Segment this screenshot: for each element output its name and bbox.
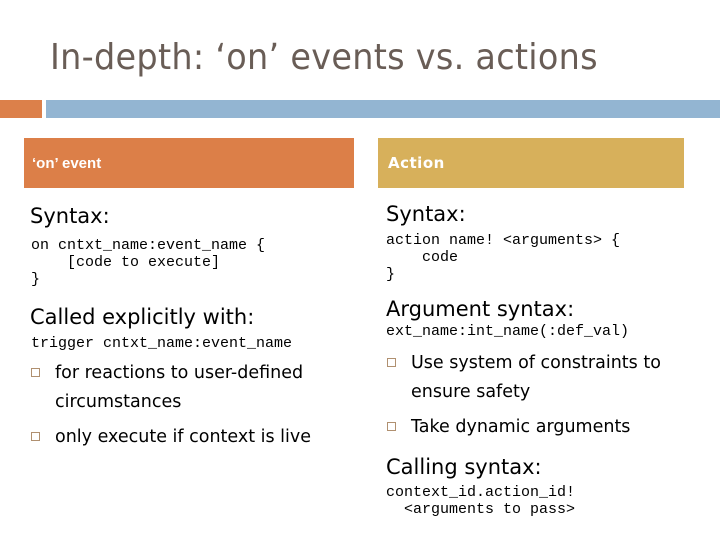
action-bullet-list: Use system of constraints to ensure safe… (386, 349, 686, 448)
on-event-column-header: ‘on’ event (24, 138, 354, 188)
on-event-syntax-code: on cntxt_name:event_name { [code to exec… (31, 237, 266, 288)
list-item: Take dynamic arguments (386, 413, 686, 442)
on-event-syntax-heading: Syntax: (30, 204, 110, 228)
list-item: for reactions to user-defined circumstan… (30, 359, 350, 417)
argument-syntax-code: ext_name:int_name(:def_val) (386, 323, 630, 340)
bullet-text: Take dynamic arguments (411, 417, 631, 437)
bullet-text: for reactions to user-defined circumstan… (55, 363, 304, 412)
square-bullet-icon (387, 422, 396, 431)
called-explicitly-heading: Called explicitly with: (30, 305, 255, 329)
bullet-text: Use system of constraints to ensure safe… (411, 353, 661, 402)
accent-bar-blue (46, 100, 720, 118)
calling-syntax-code: context_id.action_id! <arguments to pass… (386, 484, 576, 518)
list-item: Use system of constraints to ensure safe… (386, 349, 686, 407)
action-syntax-code: action name! <arguments> { code } (386, 232, 621, 283)
square-bullet-icon (387, 358, 396, 367)
list-item: only execute if context is live (30, 423, 350, 452)
argument-syntax-heading: Argument syntax: (386, 297, 575, 321)
action-header-label: Action (388, 154, 445, 172)
accent-bar-orange (0, 100, 42, 118)
on-event-header-label: ‘on’ event (32, 154, 102, 172)
slide-title: In-depth: ‘on’ events vs. actions (50, 37, 598, 78)
on-event-bullet-list: for reactions to user-defined circumstan… (30, 359, 350, 458)
trigger-code: trigger cntxt_name:event_name (31, 335, 293, 352)
bullet-text: only execute if context is live (55, 427, 312, 447)
action-syntax-heading: Syntax: (386, 202, 466, 226)
calling-syntax-heading: Calling syntax: (386, 455, 542, 479)
action-column-header: Action (378, 138, 684, 188)
square-bullet-icon (31, 432, 40, 441)
square-bullet-icon (31, 368, 40, 377)
